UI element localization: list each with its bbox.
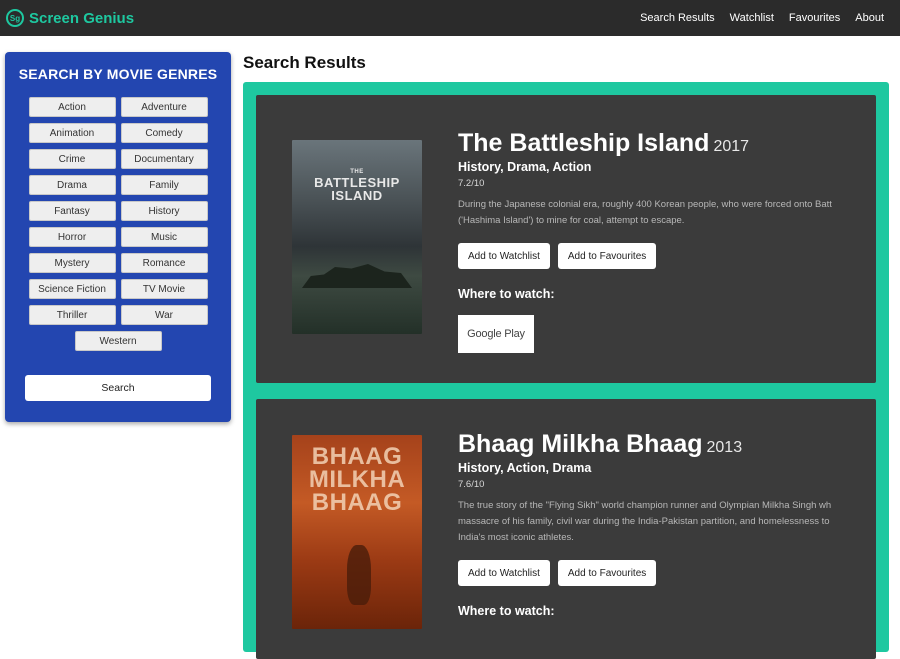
genre-button-war[interactable]: War	[120, 305, 208, 325]
brand-name[interactable]: Screen Genius	[29, 10, 134, 27]
search-button[interactable]: Search	[25, 375, 211, 401]
movie-poster[interactable]: BHAAG MILKHA BHAAG	[292, 435, 422, 629]
genre-button-documentary[interactable]: Documentary	[120, 149, 208, 169]
movie-info: Bhaag Milkha Bhaag 2013 History, Action, …	[458, 430, 876, 618]
add-to-favourites-button[interactable]: Add to Favourites	[557, 560, 657, 586]
overview-line: During the Japanese colonial era, roughl…	[458, 199, 832, 210]
genre-button-horror[interactable]: Horror	[28, 227, 116, 247]
navbar: Sg Screen Genius Search Results Watchlis…	[0, 0, 900, 36]
movie-genres: History, Action, Drama	[458, 461, 592, 475]
genre-button-family[interactable]: Family	[120, 175, 208, 195]
genre-grid: Action Adventure Animation Comedy Crime …	[23, 94, 213, 354]
movie-info: The Battleship Island 2017 History, Drama…	[458, 129, 876, 353]
movie-title-text: The Battleship Island	[458, 129, 710, 157]
page-title: Search Results	[243, 53, 366, 72]
movie-overview: The true story of the "Flying Sikh" worl…	[458, 498, 876, 546]
nav-link-about[interactable]: About	[855, 12, 884, 24]
movie-title-text: Bhaag Milkha Bhaag	[458, 430, 703, 458]
movie-title: The Battleship Island 2017	[458, 129, 876, 158]
runner-silhouette	[347, 545, 371, 605]
nav-links: Search Results Watchlist Favourites Abou…	[625, 12, 884, 24]
where-to-watch-label: Where to watch:	[458, 604, 555, 618]
genre-button-crime[interactable]: Crime	[28, 149, 116, 169]
movie-actions: Add to Watchlist Add to Favourites	[458, 243, 876, 269]
genre-button-drama[interactable]: Drama	[28, 175, 116, 195]
overview-line: massacre of his family, civil war during…	[458, 516, 830, 527]
genre-button-tv-movie[interactable]: TV Movie	[120, 279, 208, 299]
brand[interactable]: Sg Screen Genius	[6, 9, 134, 27]
movie-card: THE BATTLESHIP ISLAND The Battleship Isl…	[256, 95, 876, 383]
movie-year: 2013	[706, 439, 743, 456]
movie-overview: During the Japanese colonial era, roughl…	[458, 197, 876, 229]
movie-actions: Add to Watchlist Add to Favourites	[458, 560, 876, 586]
genre-button-animation[interactable]: Animation	[28, 123, 116, 143]
genre-button-adventure[interactable]: Adventure	[120, 97, 208, 117]
provider-google-play[interactable]: Google Play	[458, 315, 534, 353]
movie-genres: History, Drama, Action	[458, 160, 592, 174]
overview-line: ('Hashima Island') to mine for coal, att…	[458, 215, 685, 226]
island-silhouette	[302, 264, 412, 288]
nav-link-favourites[interactable]: Favourites	[789, 12, 840, 24]
genre-button-romance[interactable]: Romance	[120, 253, 208, 273]
genre-button-comedy[interactable]: Comedy	[120, 123, 208, 143]
genre-sidebar: SEARCH BY MOVIE GENRES Action Adventure …	[5, 52, 231, 422]
where-to-watch-label: Where to watch:	[458, 287, 555, 301]
genre-button-western[interactable]: Western	[74, 331, 162, 351]
nav-link-watchlist[interactable]: Watchlist	[730, 12, 774, 24]
genre-button-mystery[interactable]: Mystery	[28, 253, 116, 273]
movie-rating: 7.2/10	[458, 178, 485, 189]
overview-line: The true story of the "Flying Sikh" worl…	[458, 500, 832, 511]
movie-poster[interactable]: THE BATTLESHIP ISLAND	[292, 140, 422, 334]
movie-title: Bhaag Milkha Bhaag 2013	[458, 430, 876, 459]
nav-link-search-results[interactable]: Search Results	[640, 12, 715, 24]
genre-button-thriller[interactable]: Thriller	[28, 305, 116, 325]
add-to-watchlist-button[interactable]: Add to Watchlist	[458, 243, 550, 269]
overview-line: India's most iconic athletes.	[458, 532, 574, 543]
genre-button-science-fiction[interactable]: Science Fiction	[28, 279, 116, 299]
poster-title-text: BHAAG MILKHA BHAAG	[308, 443, 406, 516]
sidebar-title: SEARCH BY MOVIE GENRES	[18, 66, 218, 82]
genre-button-music[interactable]: Music	[120, 227, 208, 247]
poster-title-text: BATTLESHIP ISLAND	[314, 175, 400, 203]
movie-rating: 7.6/10	[458, 479, 485, 490]
add-to-watchlist-button[interactable]: Add to Watchlist	[458, 560, 550, 586]
movie-card: BHAAG MILKHA BHAAG Bhaag Milkha Bhaag 201…	[256, 399, 876, 659]
genre-button-history[interactable]: History	[120, 201, 208, 221]
genre-button-action[interactable]: Action	[28, 97, 116, 117]
logo-icon: Sg	[6, 9, 24, 27]
add-to-favourites-button[interactable]: Add to Favourites	[557, 243, 657, 269]
movie-year: 2017	[713, 138, 750, 155]
results-panel: THE BATTLESHIP ISLAND The Battleship Isl…	[243, 82, 889, 659]
genre-button-fantasy[interactable]: Fantasy	[28, 201, 116, 221]
